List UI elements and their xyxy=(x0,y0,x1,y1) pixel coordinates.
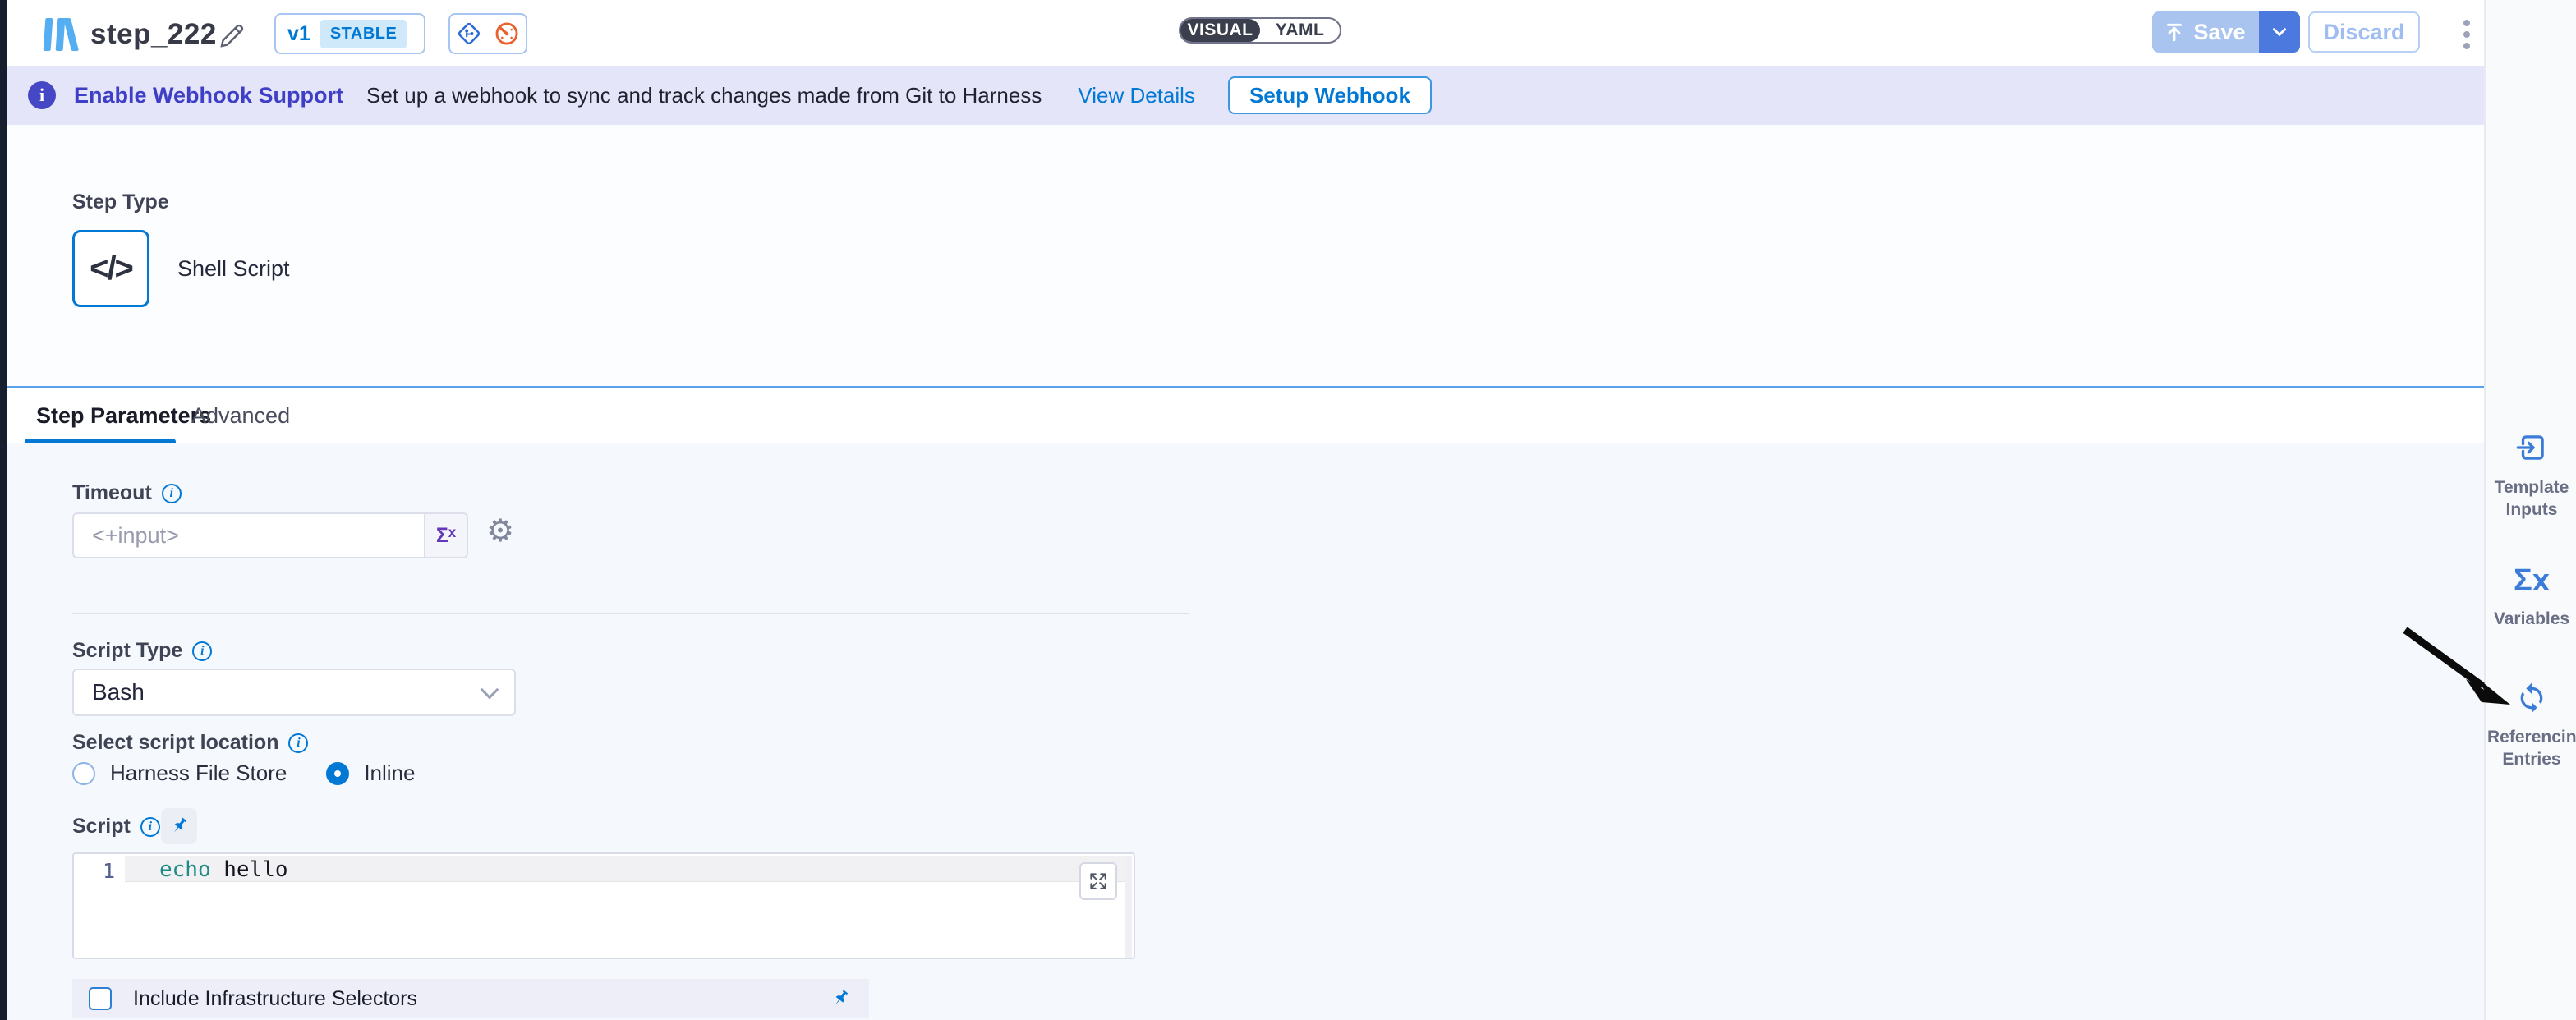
upload-icon xyxy=(2164,21,2185,43)
more-options-button[interactable] xyxy=(2454,18,2479,51)
expand-editor-button[interactable] xyxy=(1079,862,1117,900)
expand-arrows-icon xyxy=(1088,871,1109,892)
timer-icon xyxy=(493,20,521,48)
script-type-value: Bash xyxy=(92,679,145,705)
timeout-field: Σˣ xyxy=(72,512,468,558)
shell-script-icon: </> xyxy=(90,250,132,287)
include-infra-selectors-row: Include Infrastructure Selectors xyxy=(72,979,869,1018)
version-label: v1 xyxy=(288,22,310,46)
chevron-down-icon xyxy=(481,681,499,700)
code-keyword: echo xyxy=(159,857,211,882)
line-number: 1 xyxy=(74,859,115,883)
sidebar-item-label: Template Inputs xyxy=(2487,476,2576,521)
version-selector[interactable]: v1 STABLE xyxy=(274,13,426,54)
variables-icon: Σx xyxy=(2514,565,2550,596)
save-split-button: Save xyxy=(2152,11,2300,53)
step-type-card: </> xyxy=(72,230,150,307)
sidebar-item-variables[interactable]: Σx Variables xyxy=(2486,565,2576,630)
template-inputs-icon xyxy=(2514,430,2549,465)
radio-label-file-store: Harness File Store xyxy=(110,760,287,786)
header: step_222 v1 STABLE xyxy=(7,0,2484,66)
chevron-down-icon xyxy=(2270,23,2288,41)
template-studio-page: step_222 v1 STABLE xyxy=(0,0,2576,1020)
pushpin-icon xyxy=(164,811,194,841)
step-parameters-panel: Timeout i Σˣ ⚙ Script Type i Bash Select… xyxy=(7,443,2484,1020)
banner-message: Set up a webhook to sync and track chang… xyxy=(366,83,1042,108)
step-type-section: Step Type </> Shell Script xyxy=(7,125,2484,386)
step-type-value: Shell Script xyxy=(177,256,290,282)
timeout-label: Timeout xyxy=(72,481,152,505)
setup-webhook-button[interactable]: Setup Webhook xyxy=(1228,76,1432,114)
harness-logo-icon xyxy=(39,16,82,53)
code-argument: hello xyxy=(211,857,288,882)
save-label: Save xyxy=(2193,20,2245,45)
save-options-caret[interactable] xyxy=(2257,11,2300,53)
include-infra-selectors-label: Include Infrastructure Selectors xyxy=(133,987,417,1011)
discard-button[interactable]: Discard xyxy=(2308,11,2420,53)
git-sync-icon xyxy=(455,20,483,48)
radio-inline[interactable] xyxy=(326,762,349,785)
divider xyxy=(72,613,1189,614)
script-location-options: Harness File Store Inline xyxy=(72,760,415,786)
page-title: step_222 xyxy=(90,18,217,51)
pushpin-icon xyxy=(826,984,855,1013)
code-line: echo hello xyxy=(159,857,288,882)
step-type-label: Step Type xyxy=(72,191,169,214)
kebab-dot xyxy=(2463,43,2470,49)
referencing-entries-icon xyxy=(2515,682,2548,714)
script-type-select[interactable]: Bash xyxy=(72,669,516,716)
view-details-link[interactable]: View Details xyxy=(1078,83,1195,108)
version-stable-badge: STABLE xyxy=(320,20,407,48)
script-code-editor[interactable]: 1 echo hello xyxy=(72,852,1135,959)
entity-badges-group[interactable] xyxy=(448,13,527,54)
studio-right-sidebar: Template Inputs Σx Variables Referencing… xyxy=(2484,0,2576,1020)
kebab-dot xyxy=(2463,31,2470,38)
script-type-label: Script Type xyxy=(72,639,182,663)
info-icon: i xyxy=(28,81,56,109)
info-icon[interactable]: i xyxy=(140,817,160,837)
timeout-input[interactable] xyxy=(74,514,424,557)
sidebar-item-label: Variables xyxy=(2487,608,2576,630)
kebab-dot xyxy=(2463,20,2470,26)
script-type-label-row: Script Type i xyxy=(72,639,212,663)
edit-name-button[interactable] xyxy=(217,21,246,51)
save-button[interactable]: Save xyxy=(2152,11,2257,53)
sidebar-item-referencing-entries[interactable]: Referencing Entries xyxy=(2486,682,2576,770)
timeout-label-row: Timeout i xyxy=(72,481,182,505)
radio-harness-file-store[interactable] xyxy=(72,762,95,785)
script-location-label-row: Select script location i xyxy=(72,731,308,755)
toggle-visual[interactable]: VISUAL xyxy=(1180,19,1260,42)
editor-scrollbar[interactable] xyxy=(1125,856,1132,958)
tabbar: Step Parameters Advanced xyxy=(7,388,2484,443)
visual-yaml-toggle[interactable]: VISUAL YAML xyxy=(1179,17,1341,44)
info-icon[interactable]: i xyxy=(192,641,212,661)
script-pin-button[interactable] xyxy=(161,808,197,844)
left-nav-rail xyxy=(0,0,7,1020)
tab-advanced[interactable]: Advanced xyxy=(191,388,290,443)
sidebar-item-label: Referencing Entries xyxy=(2487,726,2576,770)
tab-step-parameters[interactable]: Step Parameters xyxy=(36,388,211,443)
toggle-yaml[interactable]: YAML xyxy=(1260,19,1340,42)
script-label-row: Script i xyxy=(72,815,160,839)
radio-label-inline: Inline xyxy=(364,760,415,786)
info-icon[interactable]: i xyxy=(162,484,182,503)
script-label: Script xyxy=(72,815,131,839)
info-icon[interactable]: i xyxy=(288,733,308,753)
timeout-settings-gear-icon[interactable]: ⚙ xyxy=(486,516,514,547)
include-infra-selectors-checkbox[interactable] xyxy=(89,987,112,1010)
script-location-label: Select script location xyxy=(72,731,278,755)
webhook-banner: i Enable Webhook Support Set up a webhoo… xyxy=(7,66,2484,125)
pencil-icon xyxy=(217,21,246,51)
sidebar-item-template-inputs[interactable]: Template Inputs xyxy=(2486,430,2576,521)
infra-pin-button[interactable] xyxy=(830,988,851,1009)
banner-title: Enable Webhook Support xyxy=(74,83,343,108)
runtime-input-type-button[interactable]: Σˣ xyxy=(424,514,467,557)
